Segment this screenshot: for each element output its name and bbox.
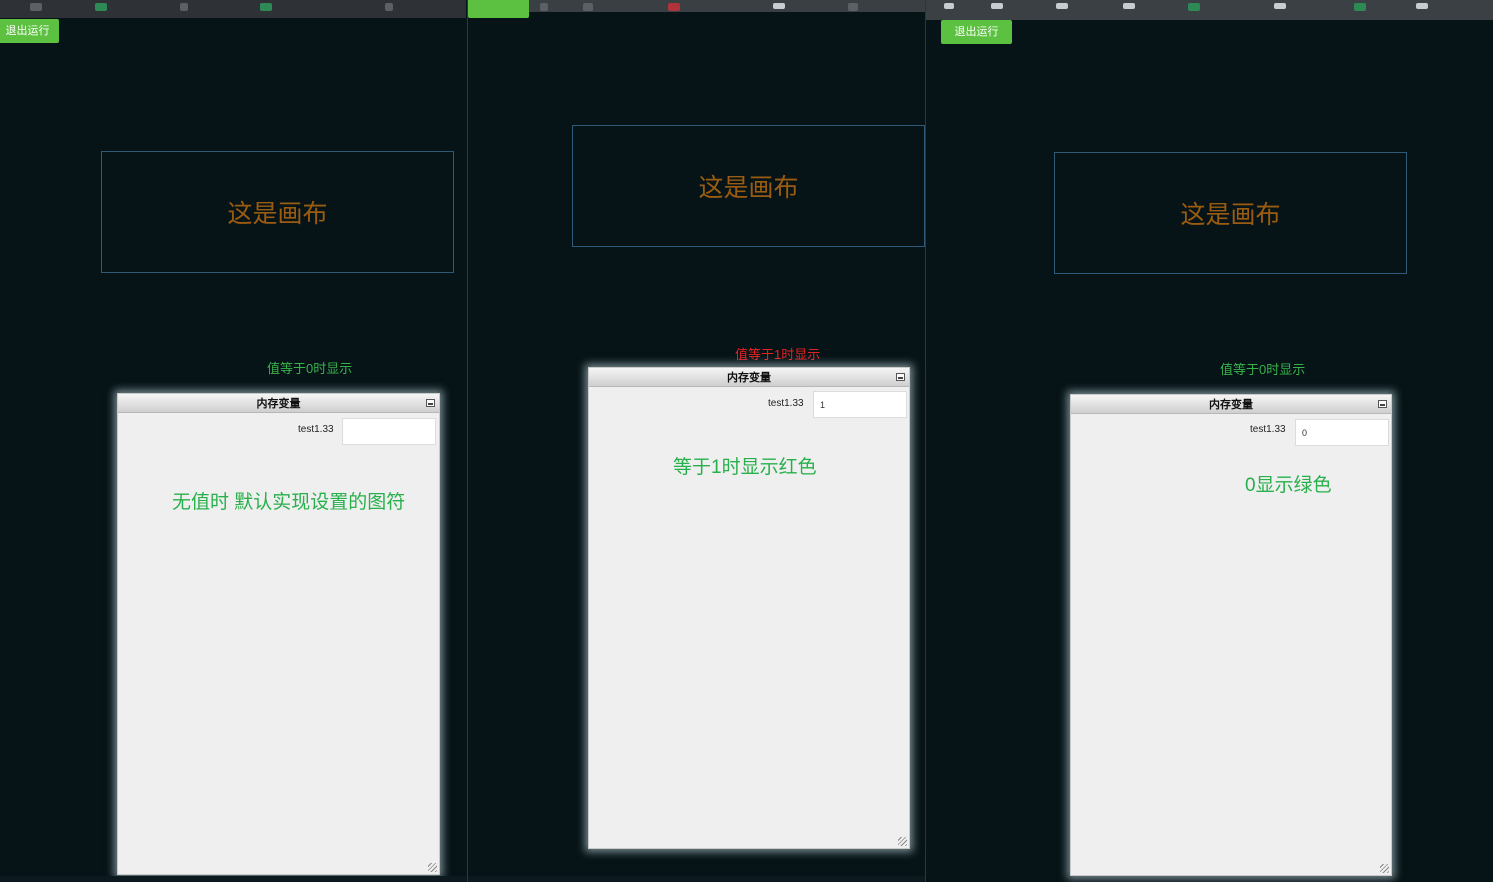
bookmark-icon[interactable]: [180, 3, 188, 11]
browser-bookmark-bar: [0, 0, 466, 18]
variable-value-input[interactable]: [1295, 419, 1389, 446]
bookmark-icon[interactable]: [991, 3, 1003, 9]
bookmark-icon[interactable]: [583, 3, 593, 11]
runtime-panel-value-0: 退出运行 这是画布 值等于0时显示 内存变量 test1.33 0显示绿色: [926, 0, 1493, 882]
browser-bookmark-bar: [468, 0, 925, 12]
bookmark-icon[interactable]: [30, 3, 42, 11]
bookmark-icon[interactable]: [1354, 3, 1366, 11]
window-title: 内存变量: [727, 372, 771, 384]
canvas-label: 这是画布: [698, 174, 799, 202]
canvas-label: 这是画布: [1180, 201, 1281, 229]
runtime-panel-value-1: 这是画布 值等于1时显示 内存变量 test1.33 等于1时显示红色: [467, 0, 926, 882]
annotation-text: 0显示绿色: [1245, 475, 1332, 496]
browser-bookmark-bar: [926, 0, 1493, 20]
resize-grip-icon[interactable]: [898, 837, 907, 846]
minimize-icon[interactable]: [1378, 400, 1387, 408]
resize-grip-icon[interactable]: [1380, 864, 1389, 873]
bookmark-icon[interactable]: [944, 3, 954, 9]
window-title: 内存变量: [1209, 399, 1253, 411]
resize-grip-icon[interactable]: [428, 863, 437, 872]
bookmark-icon[interactable]: [1416, 3, 1428, 9]
bottom-edge: [0, 876, 466, 882]
condition-label: 值等于0时显示: [1220, 362, 1306, 377]
canvas-area: 这是画布: [1054, 152, 1407, 274]
variable-name-label: test1.33: [768, 398, 804, 409]
window-titlebar[interactable]: 内存变量: [589, 368, 909, 387]
canvas-area: 这是画布: [101, 151, 454, 273]
bookmark-icon[interactable]: [668, 3, 680, 11]
bookmark-icon[interactable]: [1188, 3, 1200, 11]
variable-name-label: test1.33: [1250, 424, 1286, 435]
variable-value-input[interactable]: [813, 391, 907, 418]
bookmark-icon[interactable]: [773, 3, 785, 9]
bookmark-icon[interactable]: [1056, 3, 1068, 9]
memory-variable-window[interactable]: 内存变量 test1.33 无值时 默认实现设置的图符: [117, 393, 440, 875]
bookmark-icon[interactable]: [260, 3, 272, 11]
condition-label: 值等于0时显示: [267, 361, 353, 376]
bookmark-icon[interactable]: [385, 3, 393, 11]
exit-run-button[interactable]: [468, 0, 529, 18]
annotation-text: 无值时 默认实现设置的图符: [172, 492, 406, 513]
canvas-area: 这是画布: [572, 125, 925, 247]
condition-label: 值等于1时显示: [735, 347, 821, 362]
bookmark-icon[interactable]: [1274, 3, 1286, 9]
bottom-edge: [468, 876, 925, 882]
bookmark-icon[interactable]: [540, 3, 548, 11]
canvas-label: 这是画布: [227, 200, 328, 228]
variable-value-input[interactable]: [342, 418, 436, 445]
minimize-icon[interactable]: [896, 373, 905, 381]
window-titlebar[interactable]: 内存变量: [118, 394, 439, 413]
bookmark-icon[interactable]: [95, 3, 107, 11]
variable-name-label: test1.33: [298, 424, 334, 435]
memory-variable-window[interactable]: 内存变量 test1.33 等于1时显示红色: [588, 367, 910, 849]
annotation-text: 等于1时显示红色: [673, 457, 817, 478]
bookmark-icon[interactable]: [848, 3, 858, 11]
memory-variable-window[interactable]: 内存变量 test1.33 0显示绿色: [1070, 394, 1392, 876]
bookmark-icon[interactable]: [1123, 3, 1135, 9]
exit-run-button[interactable]: 退出运行: [0, 19, 59, 43]
minimize-icon[interactable]: [426, 399, 435, 407]
runtime-panel-empty: 退出运行 这是画布 值等于0时显示 内存变量 test1.33 无值时 默认实现…: [0, 0, 466, 882]
window-title: 内存变量: [256, 398, 301, 410]
exit-run-button[interactable]: 退出运行: [941, 20, 1012, 44]
window-titlebar[interactable]: 内存变量: [1071, 395, 1391, 414]
